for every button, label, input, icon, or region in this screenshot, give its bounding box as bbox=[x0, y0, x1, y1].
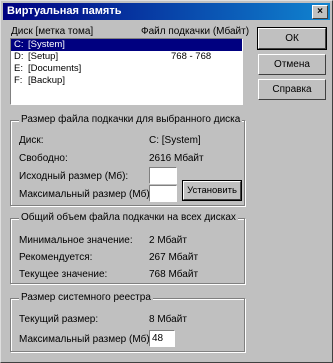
drive-letter: C: bbox=[14, 39, 24, 50]
dialog-title: Виртуальная память bbox=[7, 5, 122, 17]
virtual-memory-dialog: Виртуальная память × ОК Отмена Справка Д… bbox=[0, 0, 333, 363]
registry-current-label: Текущий размер: bbox=[19, 314, 99, 325]
drive-label: [Documents] bbox=[28, 63, 82, 74]
set-button[interactable]: Установить bbox=[182, 180, 242, 201]
current-value-label: Текущее значение: bbox=[19, 269, 108, 280]
help-button[interactable]: Справка bbox=[258, 79, 326, 100]
group-title: Размер файла подкачки для выбранного дис… bbox=[19, 114, 243, 125]
drive-list[interactable]: C: [System] D: [Setup] 768 - 768 E: [Doc… bbox=[10, 38, 243, 105]
cancel-button[interactable]: Отмена bbox=[258, 54, 326, 75]
ok-button[interactable]: ОК bbox=[257, 27, 327, 50]
drive-letter: F: bbox=[14, 75, 23, 86]
min-value-label: Минимальное значение: bbox=[19, 235, 133, 246]
registry-max-input[interactable]: 48 bbox=[149, 330, 175, 347]
current-value: 768 Мбайт bbox=[149, 269, 199, 280]
list-item[interactable]: E: [Documents] bbox=[11, 63, 242, 75]
free-value: 2616 Мбайт bbox=[149, 153, 204, 164]
recommended-label: Рекомендуется: bbox=[19, 252, 93, 263]
drive-label: [Setup] bbox=[28, 51, 59, 62]
registry-current-value: 8 Мбайт bbox=[149, 314, 187, 325]
max-size-label: Максимальный размер (Мб): bbox=[19, 189, 153, 200]
recommended-value: 267 Мбайт bbox=[149, 252, 199, 263]
drive-label: [System] bbox=[28, 39, 65, 50]
drive-label-text: Диск: bbox=[19, 135, 44, 146]
drive-label: [Backup] bbox=[28, 75, 65, 86]
title-bar[interactable]: Виртуальная память × bbox=[3, 3, 330, 20]
list-item[interactable]: C: [System] bbox=[11, 39, 242, 51]
group-title: Размер системного реестра bbox=[19, 292, 153, 303]
registry-max-label: Максимальный размер (Мб): bbox=[19, 334, 153, 345]
list-item[interactable]: D: [Setup] 768 - 768 bbox=[11, 51, 242, 63]
group-title: Общий объем файла подкачки на всех диска… bbox=[19, 212, 238, 223]
min-value: 2 Мбайт bbox=[149, 235, 187, 246]
drive-value: C: [System] bbox=[149, 135, 201, 146]
column-header-drive: Диск [метка тома] bbox=[11, 26, 94, 37]
close-icon[interactable]: × bbox=[312, 5, 328, 19]
drive-letter: E: bbox=[14, 63, 23, 74]
max-size-input[interactable] bbox=[149, 185, 177, 202]
pagefile-size: 768 - 768 bbox=[171, 51, 212, 62]
drive-letter: D: bbox=[14, 51, 24, 62]
free-label: Свободно: bbox=[19, 153, 68, 164]
initial-size-label: Исходный размер (Мб): bbox=[19, 171, 129, 182]
column-header-pagefile: Файл подкачки (Мбайт) bbox=[141, 26, 250, 37]
list-item[interactable]: F: [Backup] bbox=[11, 75, 242, 87]
initial-size-input[interactable] bbox=[149, 167, 177, 184]
